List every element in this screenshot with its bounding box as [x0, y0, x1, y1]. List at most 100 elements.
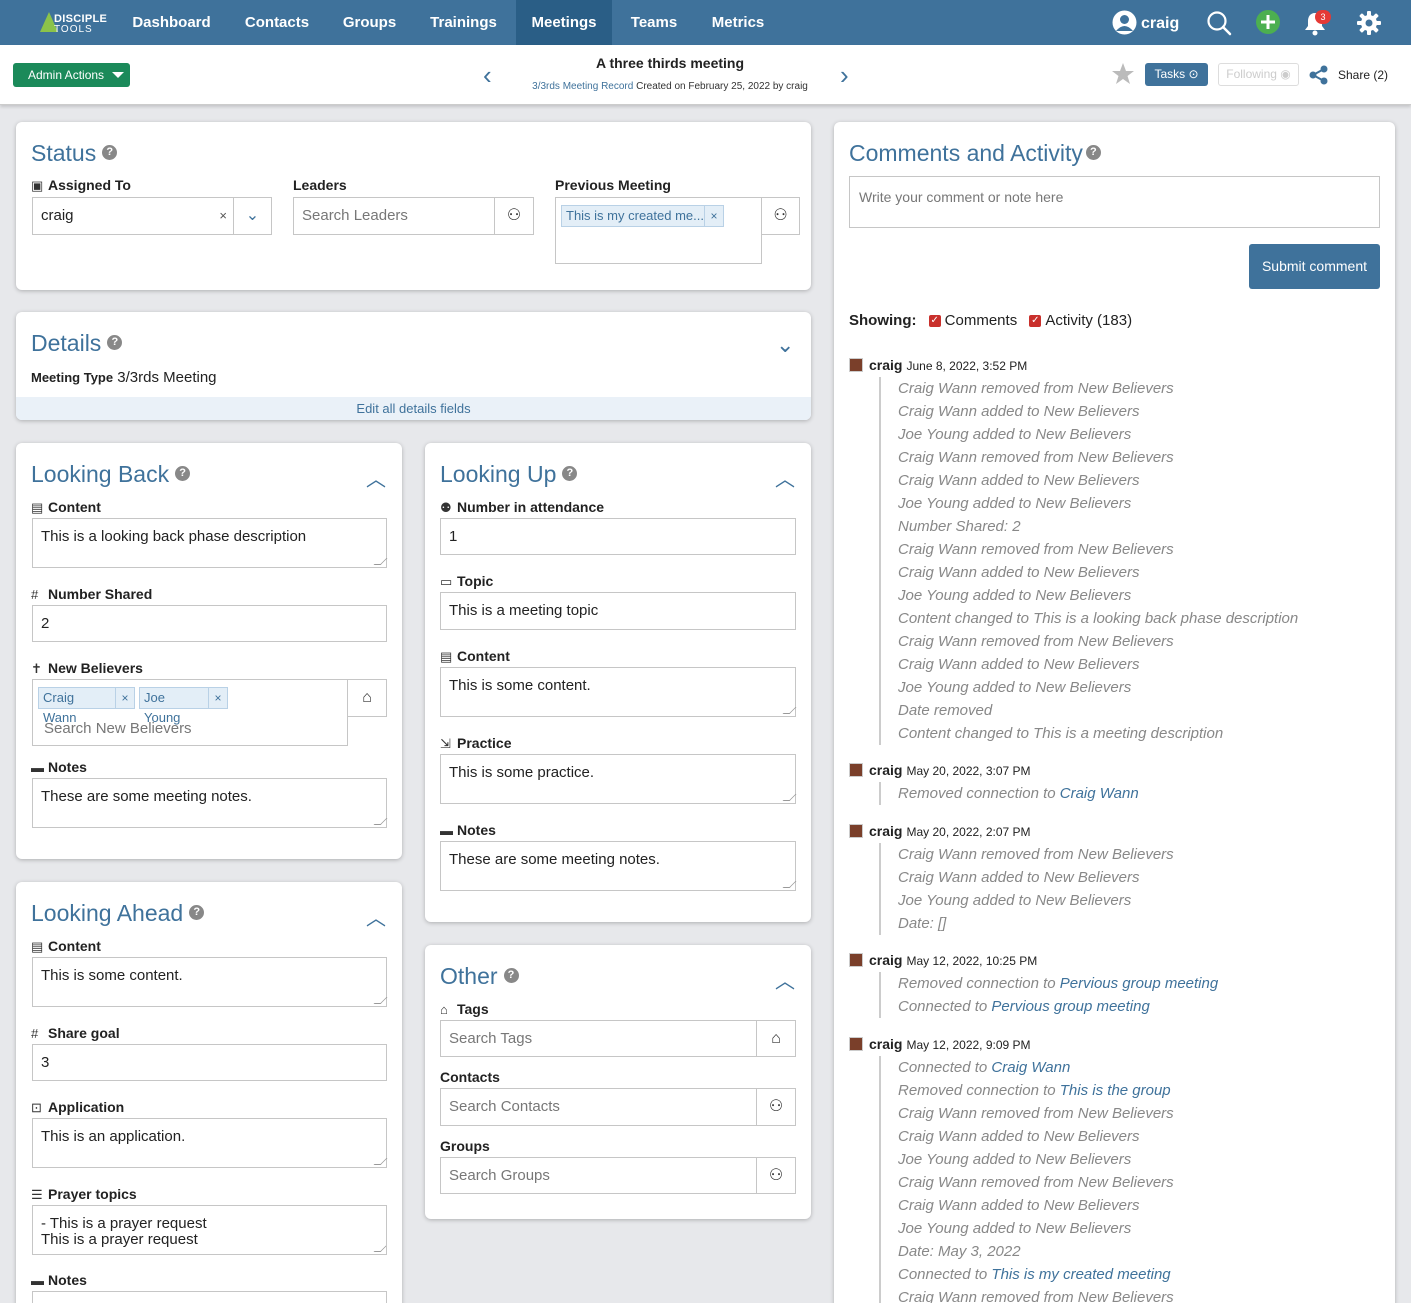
activity-line: Joe Young added to New Believers [898, 495, 1132, 512]
activity-link[interactable]: This is my created meeting [991, 1266, 1170, 1283]
nav-contacts[interactable]: Contacts [229, 0, 325, 45]
groups-search-input[interactable]: Search Groups [440, 1157, 757, 1194]
user-avatar-icon [849, 763, 863, 777]
notifications-button[interactable]: 3 [1303, 10, 1333, 36]
help-icon[interactable]: ? [107, 335, 123, 351]
help-icon[interactable]: ? [503, 968, 519, 984]
favorite-star-icon[interactable] [1111, 62, 1135, 86]
help-icon[interactable]: ? [102, 145, 118, 161]
submit-comment-button[interactable]: Submit comment [1249, 244, 1380, 289]
next-record-icon[interactable]: › [840, 62, 849, 88]
user-avatar-icon [1112, 10, 1137, 35]
activity-line: Date removed [898, 702, 993, 719]
nav-metrics[interactable]: Metrics [696, 0, 780, 45]
attendance-input[interactable]: 1 [440, 518, 796, 555]
previous-meeting-chip[interactable]: This is my created me... [561, 205, 705, 227]
activity-user[interactable]: craig [869, 357, 902, 373]
nav-teams[interactable]: Teams [616, 0, 692, 45]
tasks-button[interactable]: Tasks ⊙ [1145, 63, 1208, 86]
looking-ahead-notes-textarea[interactable] [32, 1291, 387, 1303]
chevron-up-icon[interactable]: ︿ [775, 965, 795, 994]
activity-line: Connected to Pervious group meeting [881, 995, 1218, 1018]
user-menu[interactable]: craig [1112, 0, 1182, 45]
activity-filters: Showing: ✓ Comments ✓ Activity (183) [849, 312, 1132, 329]
practice-textarea[interactable]: This is some practice. [440, 754, 796, 804]
application-textarea[interactable]: This is an application. [32, 1118, 387, 1168]
looking-up-notes-textarea[interactable]: These are some meeting notes. [440, 841, 796, 891]
clear-assigned-icon[interactable]: × [219, 198, 227, 234]
assigned-dropdown-button[interactable]: ⌄ [233, 197, 272, 235]
new-believers-field[interactable]: Craig Wann × Joe Young × Search New Beli… [32, 679, 348, 746]
activity-group: Craig Wann removed from New Believers Cra… [879, 843, 1174, 935]
believer-chip[interactable]: Craig Wann [38, 687, 116, 725]
activity-link[interactable]: Pervious group meeting [1060, 975, 1218, 992]
help-icon[interactable]: ? [189, 905, 205, 921]
leaders-search-input[interactable]: Search Leaders [293, 197, 495, 235]
activity-user[interactable]: craig [869, 762, 902, 778]
previous-meeting-field[interactable]: This is my created me... × [555, 197, 762, 264]
nav-meetings[interactable]: Meetings [516, 0, 612, 45]
tags-search-input[interactable]: Search Tags [440, 1020, 757, 1057]
following-button[interactable]: Following ◉ [1218, 63, 1299, 86]
add-previous-meeting-button[interactable]: ⚇ [761, 197, 800, 235]
nav-trainings[interactable]: Trainings [415, 0, 512, 45]
share-goal-input[interactable]: 3 [32, 1044, 387, 1081]
edit-all-details-link[interactable]: Edit all details fields [16, 397, 811, 420]
user-avatar-icon [849, 358, 863, 372]
chevron-up-icon[interactable]: ︿ [366, 463, 386, 492]
number-shared-input[interactable]: 2 [32, 605, 387, 642]
gear-icon[interactable] [1357, 11, 1381, 35]
activity-timestamp: May 20, 2022, 3:07 PM [906, 764, 1031, 778]
add-believer-button[interactable]: ⌂ [347, 679, 387, 717]
activity-link[interactable]: This is the group [1060, 1082, 1171, 1099]
logo-text-bottom: TOOLS [54, 24, 93, 35]
search-icon[interactable] [1206, 10, 1232, 36]
activity-link[interactable]: Craig Wann [991, 1059, 1070, 1076]
add-contact-button[interactable]: ⚇ [756, 1088, 796, 1126]
add-new-icon[interactable] [1256, 10, 1280, 34]
user-avatar-icon [849, 1037, 863, 1051]
chevron-up-icon[interactable]: ︿ [366, 902, 386, 931]
activity-user[interactable]: craig [869, 823, 902, 839]
add-tag-button[interactable]: ⌂ [756, 1020, 796, 1057]
nav-groups[interactable]: Groups [328, 0, 411, 45]
filter-activity-checkbox[interactable]: ✓ Activity (183) [1029, 312, 1132, 329]
remove-chip-icon[interactable]: × [704, 205, 724, 227]
meeting-type-label: Meeting Type [31, 370, 114, 385]
comment-textarea[interactable]: Write your comment or note here [849, 176, 1380, 228]
new-believers-search-input[interactable]: Search New Believers [44, 720, 192, 737]
chevron-up-icon[interactable]: ︿ [775, 463, 795, 492]
help-icon[interactable]: ? [1085, 145, 1101, 161]
meeting-type-value: 3/3rds Meeting [117, 369, 217, 386]
disciple-tools-logo[interactable]: DISCIPLE TOOLS [40, 10, 110, 36]
activity-line: Craig Wann added to New Believers [898, 1197, 1140, 1214]
assigned-to-field[interactable]: craig × [32, 197, 234, 235]
activity-user[interactable]: craig [869, 952, 902, 968]
activity-user[interactable]: craig [869, 1036, 902, 1052]
topic-input[interactable]: This is a meeting topic [440, 592, 796, 630]
help-icon[interactable]: ? [562, 466, 578, 482]
remove-chip-icon[interactable]: × [208, 687, 228, 709]
looking-ahead-content-textarea[interactable]: This is some content. [32, 957, 387, 1007]
prayer-topics-textarea[interactable]: - This is a prayer request This is a pray… [32, 1205, 387, 1255]
admin-actions-button[interactable]: Admin Actions [13, 63, 130, 87]
activity-line: Joe Young added to New Believers [898, 1220, 1132, 1237]
topic-label: ▭ Topic [440, 573, 494, 589]
remove-chip-icon[interactable]: × [115, 687, 135, 709]
add-group-button[interactable]: ⚇ [756, 1157, 796, 1194]
looking-back-content-textarea[interactable]: This is a looking back phase description [32, 518, 387, 568]
help-icon[interactable]: ? [175, 466, 191, 482]
filter-comments-checkbox[interactable]: ✓ Comments [928, 312, 1017, 329]
record-type-link[interactable]: 3/3rds Meeting Record [532, 81, 633, 92]
notes-label: ▬ Notes [31, 1272, 87, 1288]
contacts-search-input[interactable]: Search Contacts [440, 1088, 757, 1126]
activity-link[interactable]: Pervious group meeting [991, 998, 1149, 1015]
activity-link[interactable]: Craig Wann [1060, 785, 1139, 802]
looking-up-title: Looking Up? [440, 461, 578, 488]
looking-back-notes-textarea[interactable]: These are some meeting notes. [32, 778, 387, 828]
believer-chip[interactable]: Joe Young [139, 687, 209, 725]
chevron-down-icon[interactable]: ⌄ [776, 332, 794, 358]
add-leader-button[interactable]: ⚇ [494, 197, 534, 235]
looking-up-content-textarea[interactable]: This is some content. [440, 667, 796, 717]
nav-dashboard[interactable]: Dashboard [118, 0, 225, 45]
